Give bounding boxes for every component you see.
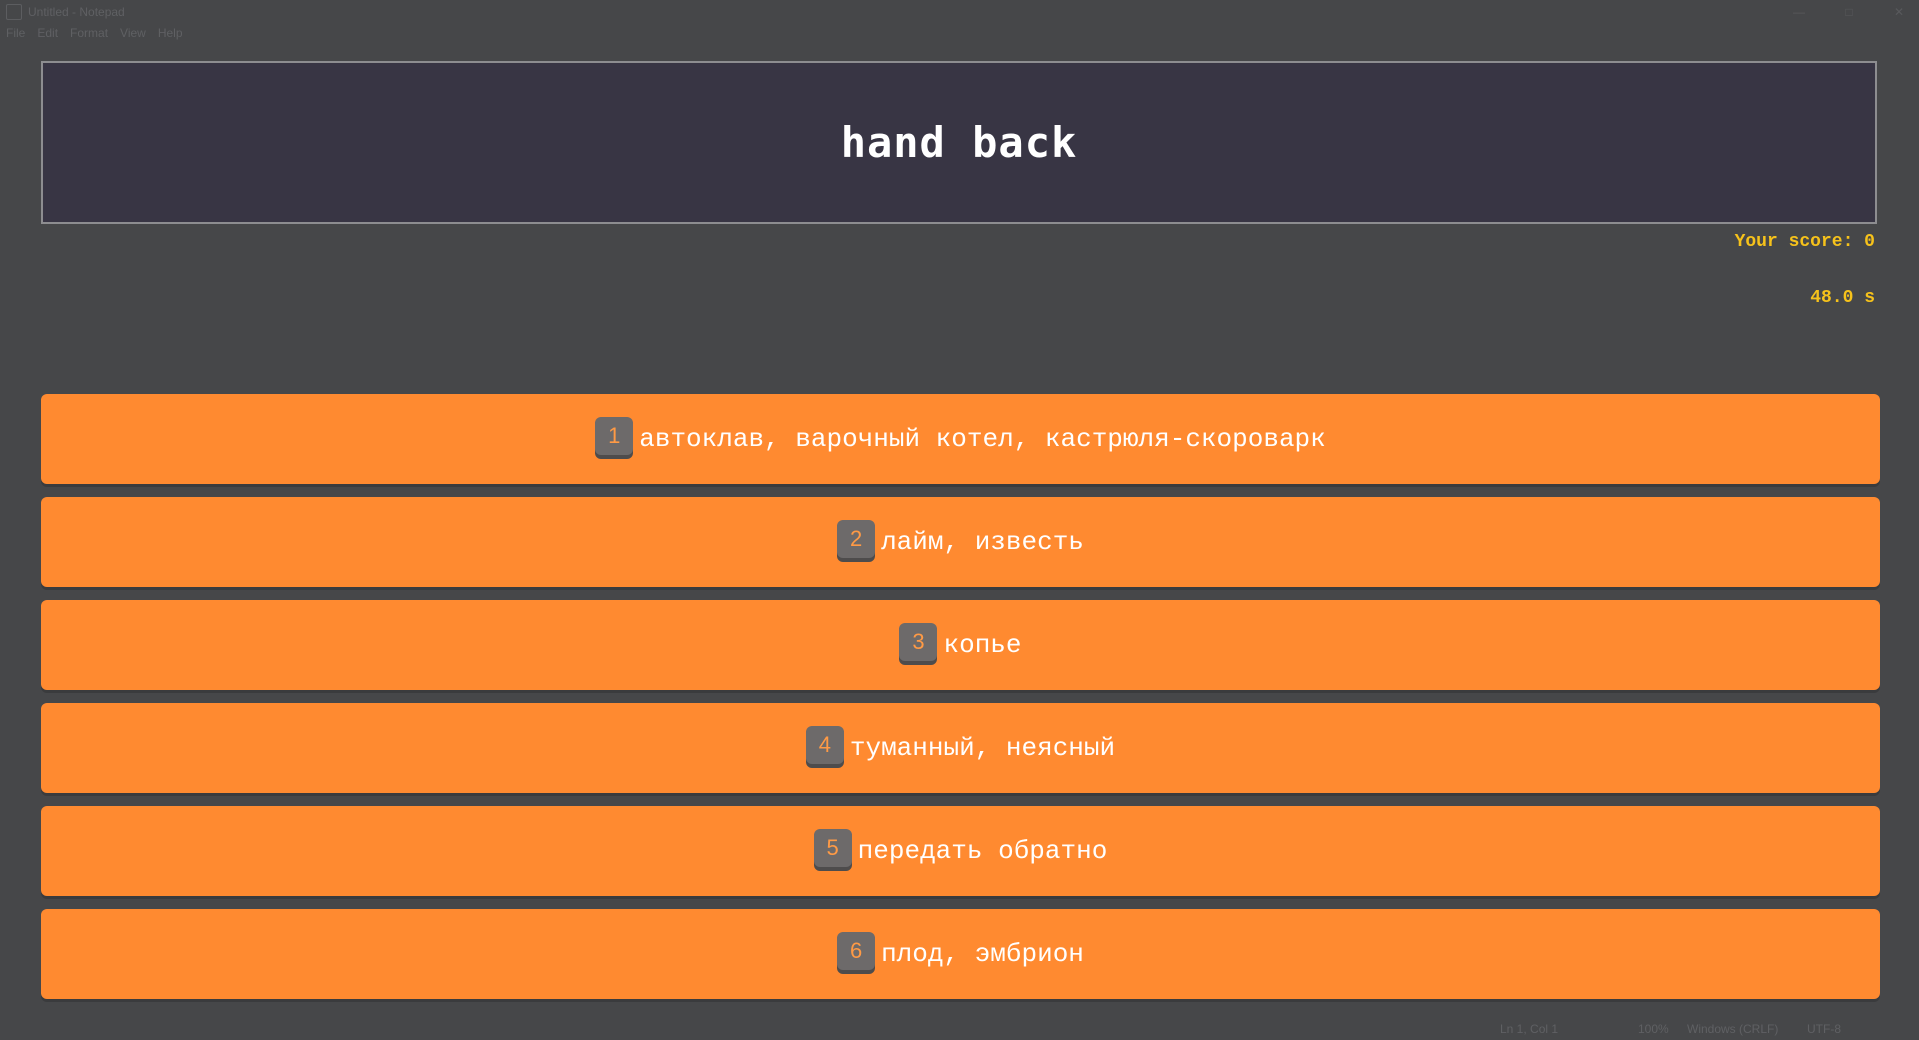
notepad-window: Untitled - Notepad — □ ✕ File Edit Forma… [0, 0, 1919, 1040]
prompt-box: hand back [41, 61, 1877, 224]
answer-option-6[interactable]: 6 плод, эмбрион [41, 909, 1880, 999]
key-badge: 1 [595, 417, 634, 455]
score-display: Your score: 0 [1734, 232, 1875, 252]
answer-option-5[interactable]: 5 передать обратно [41, 806, 1880, 896]
encoding: UTF-8 [1807, 1022, 1841, 1036]
answer-option-2[interactable]: 2 лайм, известь [41, 497, 1880, 587]
timer-display: 48.0 s [1810, 288, 1875, 308]
answer-option-4[interactable]: 4 туманный, неясный [41, 703, 1880, 793]
answer-text: копье [943, 630, 1022, 660]
answer-option-3[interactable]: 3 копье [41, 600, 1880, 690]
menu-bar: File Edit Format View Help [6, 24, 183, 42]
answer-options: 1 автоклав, варочный котел, кастрюля-ско… [41, 394, 1880, 1012]
status-bar: Ln 1, Col 1 100% Windows (CRLF) UTF-8 [0, 1018, 1919, 1040]
cursor-position: Ln 1, Col 1 [1500, 1022, 1559, 1036]
key-badge: 6 [837, 932, 876, 970]
key-badge: 2 [837, 520, 876, 558]
menu-view[interactable]: View [120, 26, 146, 40]
answer-text: лайм, известь [881, 527, 1084, 557]
window-title: Untitled - Notepad [28, 5, 125, 19]
answer-text: плод, эмбрион [881, 939, 1084, 969]
close-button[interactable]: ✕ [1889, 5, 1909, 19]
title-bar: Untitled - Notepad — □ ✕ [0, 0, 1919, 24]
notepad-icon [6, 4, 22, 20]
menu-help[interactable]: Help [158, 26, 183, 40]
maximize-button[interactable]: □ [1839, 5, 1859, 19]
menu-format[interactable]: Format [70, 26, 108, 40]
key-badge: 5 [813, 829, 852, 867]
answer-text: передать обратно [857, 836, 1108, 866]
menu-file[interactable]: File [6, 26, 25, 40]
line-ending: Windows (CRLF) [1687, 1022, 1779, 1036]
menu-edit[interactable]: Edit [37, 26, 58, 40]
minimize-button[interactable]: — [1789, 5, 1809, 19]
key-badge: 3 [899, 623, 938, 661]
answer-text: автоклав, варочный котел, кастрюля-скоро… [639, 424, 1326, 454]
key-badge: 4 [805, 726, 844, 764]
prompt-word: hand back [840, 118, 1078, 167]
zoom-level: 100% [1638, 1022, 1669, 1036]
answer-text: туманный, неясный [849, 733, 1116, 763]
answer-option-1[interactable]: 1 автоклав, варочный котел, кастрюля-ско… [41, 394, 1880, 484]
window-controls: — □ ✕ [1789, 0, 1909, 24]
